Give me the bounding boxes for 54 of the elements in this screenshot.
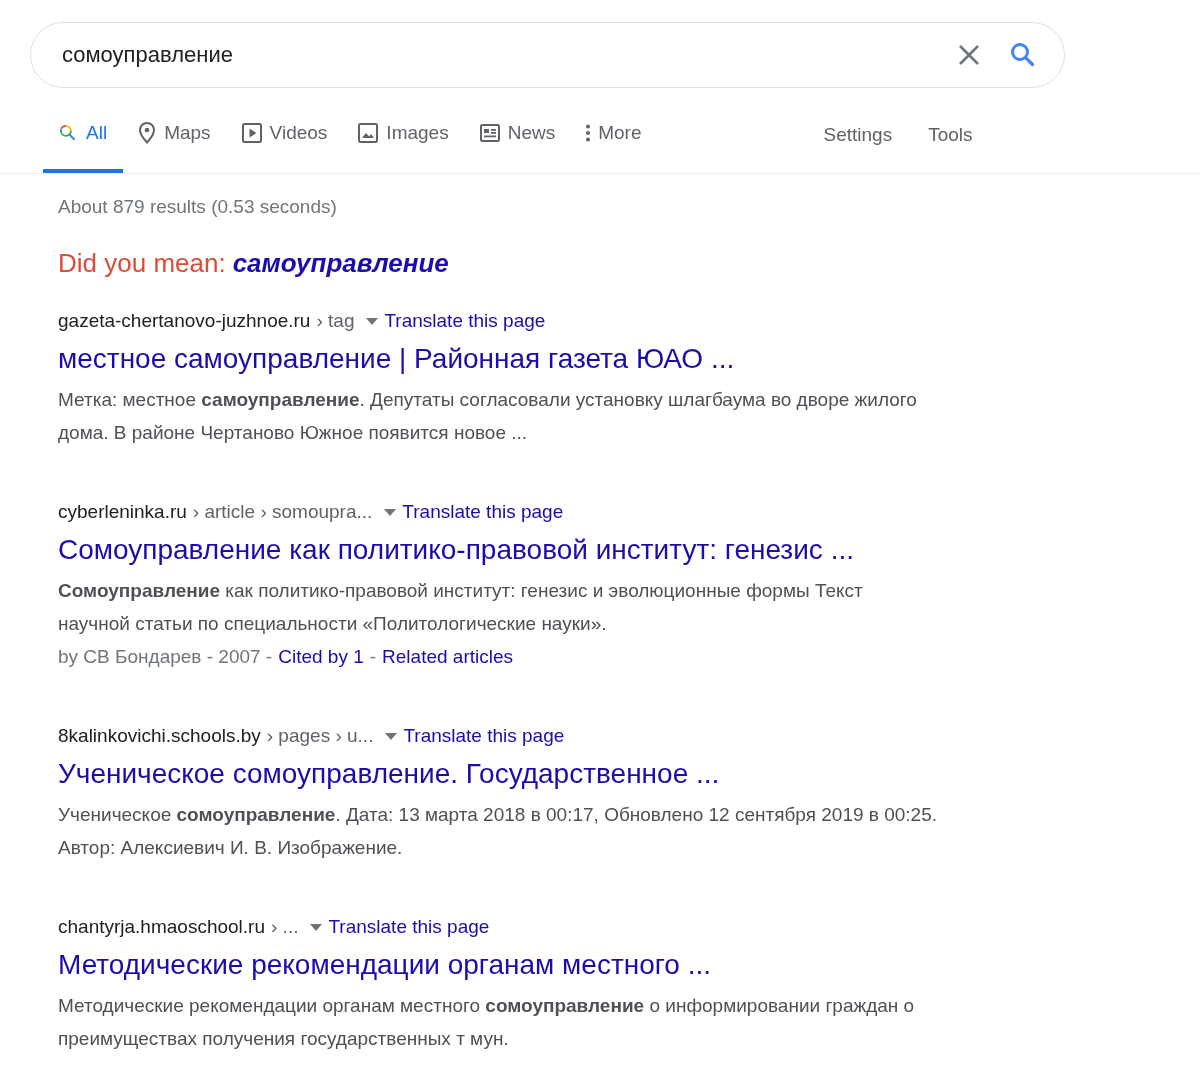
result-snippet: Методические рекомендации органам местного сомоуправление о информировании граждан о преимуществах получения государственных т мун. [58, 994, 916, 1051]
translate-link[interactable]: Translate this page [403, 724, 565, 748]
image-icon [358, 122, 379, 143]
options-button[interactable] [366, 317, 379, 325]
result-breadcrumb: › pages › u... [266, 724, 374, 748]
options-button[interactable] [384, 508, 397, 516]
result-snippet: Сомоуправление как политико-правовой институт: генезис и эволюционные формы Текст научной статьи по специальности «Политологические науки». [58, 579, 864, 636]
result-meta-text: - [369, 645, 377, 669]
result-snippet: Метка: местное самоуправление. Депутаты согласовали установку шлагбаума во дворе жилого дома. В районе Чертаново Южное появится новое ... [58, 388, 918, 445]
result-title-link[interactable]: местное самоуправление | Районная газета ЮАО ... [58, 341, 938, 377]
result-domain: 8kalinkovichi.schools.by [58, 724, 261, 748]
result-stats: About 879 results (0.53 seconds) [58, 196, 338, 218]
result-domain: gazeta-chertanovo-juzhnoe.ru [58, 309, 311, 333]
nav-link[interactable]: Settings [805, 88, 911, 177]
result-meta-link[interactable]: Related articles [382, 640, 513, 673]
result-domain: chantyrja.hmaoschool.ru [58, 915, 265, 939]
search-icon [1010, 42, 1036, 68]
translate-link[interactable]: Translate this page [384, 309, 546, 333]
translate-link[interactable]: Translate this page [328, 915, 490, 939]
result-title-link[interactable]: Ученическое сомоуправление. Государственное ... [58, 756, 938, 792]
nav-tab[interactable]: Maps [123, 88, 227, 173]
options-button[interactable] [310, 923, 323, 931]
nav-tab[interactable]: News [464, 88, 572, 173]
nav-tab[interactable]: More [571, 88, 658, 173]
clear-button[interactable] [958, 44, 980, 66]
nav-tab[interactable]: Images [343, 88, 465, 173]
result-breadcrumb: › tag [316, 309, 355, 333]
spelling-suggestion-link[interactable]: самоуправление [232, 248, 449, 279]
result-meta-text: by СВ Бондарев - 2007 - [58, 645, 273, 669]
nav-link[interactable]: Tools [910, 88, 991, 177]
result-domain: cyberleninka.ru [58, 500, 187, 524]
translate-link[interactable]: Translate this page [402, 500, 564, 524]
nav-tab[interactable]: All [43, 88, 124, 173]
spelling-prompt: Did you mean: [58, 248, 226, 279]
search-icon [58, 122, 78, 143]
close-icon [958, 44, 980, 66]
play-icon [241, 122, 262, 143]
caret-icon [384, 508, 397, 516]
search-field[interactable]: сомоуправление [60, 41, 928, 69]
options-button[interactable] [385, 732, 398, 740]
result-snippet: Ученическое сомоуправление. Дата: 13 марта 2018 в 00:17, Обновлено 12 сентября 2019 в 00:25. Автор: Алексиевич И. В. Изображение. [58, 803, 938, 860]
caret-icon [310, 923, 323, 931]
nav-tab[interactable]: Videos [226, 88, 344, 173]
result-breadcrumb: › ... [271, 915, 299, 939]
result-title-link[interactable]: Методические рекомендации органам местного ... [58, 947, 938, 983]
newspaper-icon [479, 123, 500, 142]
caret-icon [366, 317, 379, 325]
result-title-link[interactable]: Сомоуправление как политико-правовой институт: генезис ... [58, 532, 938, 568]
map-pin-icon [138, 121, 157, 144]
more-icon [586, 123, 591, 142]
result-breadcrumb: › article › somoupra... [192, 500, 373, 524]
result-meta-link[interactable]: Cited by 1 [278, 640, 364, 673]
search-button[interactable] [1010, 42, 1036, 68]
caret-icon [385, 732, 398, 740]
